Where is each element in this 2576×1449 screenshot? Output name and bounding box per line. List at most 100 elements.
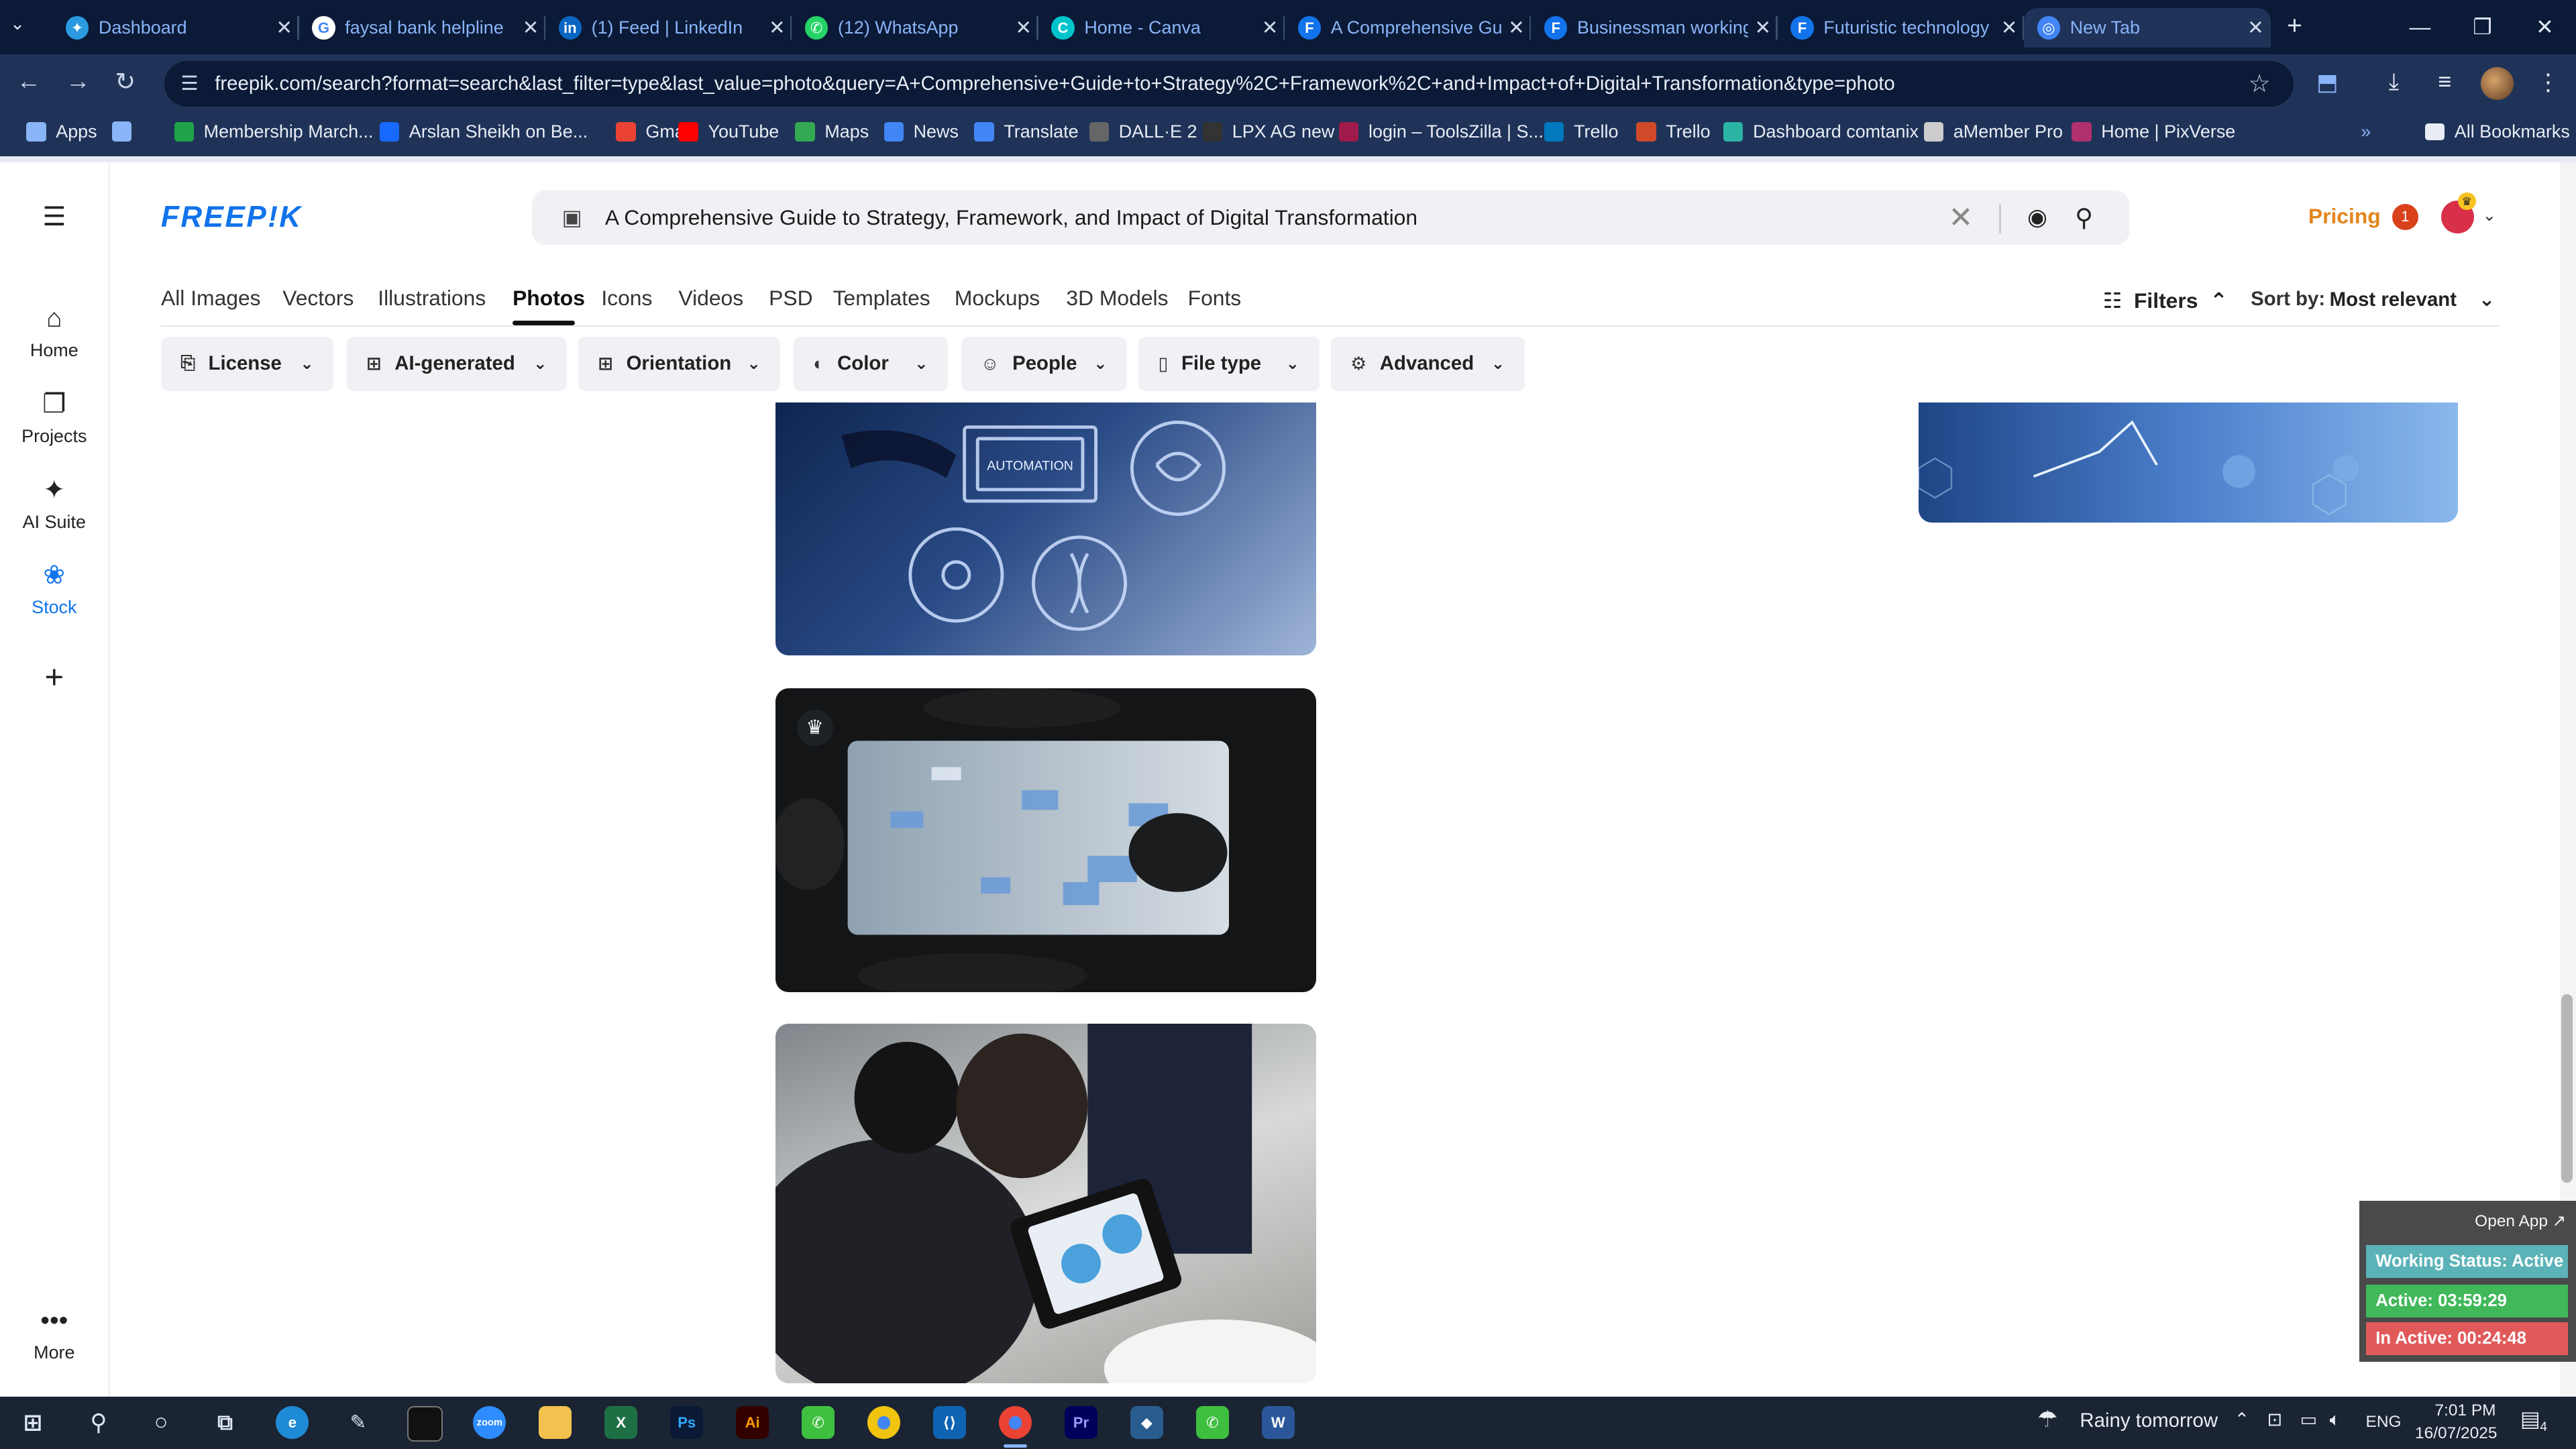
close-tab-icon[interactable]: ✕ <box>762 16 792 40</box>
browser-tab[interactable]: in (1) Feed | LinkedIn ✕ <box>545 8 792 48</box>
search-bar[interactable]: ▣ A Comprehensive Guide to Strategy, Fra… <box>532 191 2129 245</box>
tab-search-chevron-icon[interactable]: ⌄ <box>10 13 25 34</box>
minimize-button[interactable]: — <box>2389 0 2451 54</box>
language-indicator[interactable]: ENG <box>2366 1413 2402 1432</box>
browser-tab[interactable]: ✆ (12) WhatsApp ✕ <box>792 8 1038 48</box>
extensions-icon[interactable]: ⬒ <box>2316 69 2338 96</box>
edge-icon[interactable]: e <box>276 1406 309 1440</box>
umbrella-weather-icon[interactable]: ☂ <box>2037 1406 2058 1433</box>
bookmark-item[interactable]: Dashboard comtanix <box>1723 121 1919 142</box>
task-view-icon[interactable]: ⧉ <box>209 1406 241 1439</box>
clock-date[interactable]: 16/07/2025 <box>2415 1424 2497 1443</box>
close-tab-icon[interactable]: ✕ <box>270 16 299 40</box>
green-app-2-icon[interactable]: ✆ <box>1195 1406 1229 1440</box>
all-bookmarks-button[interactable]: All Bookmarks <box>2424 121 2570 142</box>
category-tab[interactable]: All Images <box>161 286 261 311</box>
menu-button[interactable]: ☰ <box>0 202 109 239</box>
profile-avatar[interactable] <box>2480 67 2514 101</box>
filter-chip[interactable]: ⊞ AI-generated ⌄ <box>346 337 567 391</box>
vscode-icon[interactable]: ⟨⟩ <box>933 1406 966 1440</box>
bookmark-item[interactable]: Trello <box>1544 121 1618 142</box>
filter-chip[interactable]: ⚙ Advanced ⌄ <box>1330 337 1525 391</box>
camera-search-icon[interactable]: ◉ <box>2027 204 2047 231</box>
close-tab-icon[interactable]: ✕ <box>1994 16 2024 40</box>
rail-item-more[interactable]: ••• More <box>0 1306 109 1363</box>
filters-button[interactable]: ☷ Filters ⌃ <box>2103 288 2228 313</box>
cortana-icon[interactable]: ○ <box>145 1406 178 1439</box>
chevron-down-icon[interactable]: ⌄ <box>2482 205 2496 225</box>
reload-button[interactable]: ↻ <box>115 67 136 96</box>
category-tab[interactable]: PSD <box>769 286 812 311</box>
premiere-icon[interactable]: Pr <box>1064 1406 1097 1440</box>
clear-search-icon[interactable]: ✕ <box>1949 201 1974 235</box>
filter-chip[interactable]: ▯ File type ⌄ <box>1138 337 1320 391</box>
tray-chevron-icon[interactable]: ⌃ <box>2235 1409 2250 1430</box>
close-window-button[interactable]: ✕ <box>2514 0 2576 54</box>
app-diamond-icon[interactable]: ◆ <box>1130 1406 1163 1440</box>
search-input[interactable]: A Comprehensive Guide to Strategy, Frame… <box>605 205 1417 230</box>
excel-icon[interactable]: X <box>604 1406 638 1440</box>
close-tab-icon[interactable]: ✕ <box>1748 16 1778 40</box>
result-image-digital-table[interactable] <box>775 688 1316 993</box>
media-control-icon[interactable]: ≡ <box>2438 69 2451 95</box>
bookmark-item[interactable]: Trello <box>1636 121 1711 142</box>
wifi-icon[interactable]: ▭ <box>2300 1409 2317 1430</box>
browser-tab[interactable]: F A Comprehensive Gu ✕ <box>1285 8 1531 48</box>
green-app-icon[interactable]: ✆ <box>802 1406 835 1440</box>
windows-start-icon[interactable]: ⊞ <box>16 1406 49 1439</box>
category-tab[interactable]: Mockups <box>955 286 1040 311</box>
back-button[interactable]: ← <box>16 67 41 95</box>
browser-tab[interactable]: F Futuristic technology ✕ <box>1778 8 2024 48</box>
more-bookmarks-icon[interactable]: » <box>2361 121 2371 142</box>
category-tab[interactable]: Templates <box>833 286 930 311</box>
illustrator-icon[interactable]: Ai <box>736 1406 769 1440</box>
downloads-icon[interactable]: ⤓ <box>2389 69 2399 95</box>
pricing-link[interactable]: Pricing <box>2308 204 2381 229</box>
photoshop-icon[interactable]: Ps <box>670 1406 704 1440</box>
category-tab[interactable]: Videos <box>678 286 743 311</box>
rail-item-stock[interactable]: ❀ Stock <box>0 560 109 618</box>
bookmark-item[interactable]: Translate <box>974 121 1079 142</box>
bookmark-item[interactable]: DALL·E 2 <box>1089 121 1197 142</box>
filter-chip[interactable]: ⎘ License ⌄ <box>161 337 334 391</box>
site-info-icon[interactable]: ☰ <box>180 72 198 95</box>
bookmark-item[interactable]: Arslan Sheikh on Be... <box>379 121 588 142</box>
zoom-icon[interactable]: zoom <box>473 1406 506 1440</box>
search-icon[interactable]: ⚲ <box>82 1406 115 1439</box>
close-tab-icon[interactable]: ✕ <box>516 16 545 40</box>
network-icon[interactable]: ⊡ <box>2267 1409 2283 1430</box>
bookmark-item[interactable]: Home | PixVerse <box>2072 121 2235 142</box>
bookmark-item[interactable]: login – ToolsZilla | S... <box>1338 121 1544 142</box>
browser-tab[interactable]: ◎ New Tab ✕ <box>2024 8 2271 48</box>
close-tab-icon[interactable]: ✕ <box>1255 16 1285 40</box>
chrome-active-icon[interactable] <box>998 1406 1032 1440</box>
close-tab-icon[interactable]: ✕ <box>2241 16 2270 40</box>
chrome-icon[interactable] <box>867 1406 901 1440</box>
restore-button[interactable]: ❐ <box>2451 0 2514 54</box>
category-tab[interactable]: Illustrations <box>378 286 486 311</box>
forward-button[interactable]: → <box>66 67 91 95</box>
pen-tool-icon[interactable]: ✎ <box>341 1406 374 1439</box>
rail-item-ai-suite[interactable]: ✦ AI Suite <box>0 475 109 533</box>
sort-dropdown[interactable]: Most relevant ⌄ <box>2330 288 2496 311</box>
add-button[interactable]: + <box>0 659 109 696</box>
open-app-link[interactable]: Open App ↗ <box>2475 1211 2566 1231</box>
weather-text[interactable]: Rainy tomorrow <box>2080 1409 2218 1432</box>
file-explorer-icon[interactable] <box>539 1406 572 1440</box>
result-image-automation[interactable]: AUTOMATION <box>775 402 1316 656</box>
clock-time[interactable]: 7:01 PM <box>2434 1401 2496 1420</box>
word-icon[interactable]: W <box>1261 1406 1295 1440</box>
category-tab[interactable]: Fonts <box>1188 286 1242 311</box>
search-icon[interactable]: ⚲ <box>2075 203 2093 232</box>
freepik-logo[interactable]: FREEP!K <box>161 201 303 234</box>
result-image-tablet-meeting[interactable] <box>775 1023 1316 1384</box>
close-tab-icon[interactable]: ✕ <box>1501 16 1531 40</box>
browser-tab[interactable]: F Businessman working ✕ <box>1531 8 1777 48</box>
notifications-icon[interactable]: ▤ <box>2520 1406 2540 1432</box>
scrollbar-thumb[interactable] <box>2561 994 2573 1183</box>
filter-chip[interactable]: ◐ Color ⌄ <box>793 337 949 391</box>
category-tab[interactable]: Photos <box>513 286 585 311</box>
bookmark-item[interactable]: News <box>883 121 959 142</box>
bookmark-item[interactable]: LPX AG new <box>1202 121 1334 142</box>
result-image-tech-banner[interactable] <box>1919 402 2458 523</box>
